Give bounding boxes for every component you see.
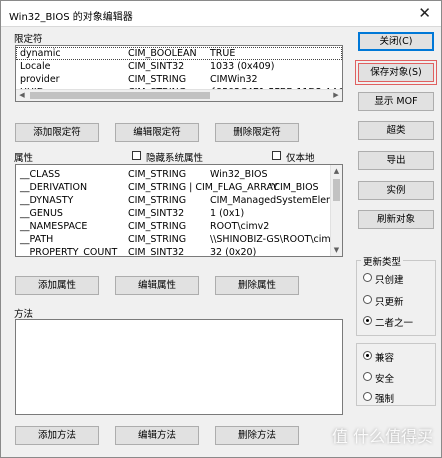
create-only-radio[interactable] — [363, 273, 372, 282]
safe-radio[interactable] — [363, 372, 372, 381]
scroll-thumb[interactable] — [30, 92, 210, 99]
properties-label: 属性 — [14, 153, 34, 164]
qualifier-name: Locale — [20, 61, 51, 72]
properties-vscrollbar[interactable]: ▲ ▼ — [330, 165, 342, 256]
force-radio[interactable] — [363, 392, 372, 401]
local-only-checkbox[interactable] — [272, 151, 281, 160]
property-name: __DYNASTY — [20, 195, 74, 206]
close-icon[interactable]: ✕ — [418, 4, 431, 22]
property-row[interactable]: __GENUS CIM_SINT32 1 (0x1) — [16, 207, 342, 220]
qualifier-type: CIM_SINT32 — [128, 61, 185, 72]
property-value: ROOT\cimv2 — [210, 221, 270, 232]
property-value: \\SHINOBIZ-GS\ROOT\cim — [210, 234, 331, 245]
property-type: CIM_SINT32 — [128, 247, 185, 257]
property-type: CIM_STRING — [128, 169, 187, 180]
qualifier-row[interactable]: provider CIM_STRING CIMWin32 — [16, 73, 342, 86]
export-button[interactable]: 导出 — [358, 151, 434, 170]
object-editor-window: Win32_BIOS 的对象编辑器 ✕ 限定符 dynamic CIM_BOOL… — [0, 0, 442, 458]
qualifier-type: CIM_STRING — [128, 74, 187, 85]
property-type: CIM_SINT32 — [128, 208, 185, 219]
property-value: "CIM_BIOS — [269, 182, 319, 193]
scroll-down-icon[interactable]: ▼ — [331, 244, 342, 256]
delete-property-button[interactable]: 删除属性 — [215, 276, 299, 295]
add-qualifier-button[interactable]: 添加限定符 — [15, 123, 99, 142]
compatible-radio[interactable] — [363, 351, 372, 360]
edit-method-button[interactable]: 编辑方法 — [115, 426, 199, 445]
property-type: CIM_STRING — [128, 195, 187, 206]
safe-label: 安全 — [375, 374, 395, 385]
property-name: __GENUS — [20, 208, 63, 219]
hide-system-properties-checkbox[interactable] — [132, 151, 141, 160]
close-button[interactable]: 关闭(C) — [358, 32, 434, 51]
compatible-label: 兼容 — [375, 353, 395, 364]
watermark: 值 什么值得买 — [331, 427, 433, 446]
force-label: 强制 — [375, 394, 395, 405]
qualifier-value: CIMWin32 — [210, 74, 258, 85]
save-object-button[interactable]: 保存对象(S) — [355, 60, 437, 85]
qualifier-row[interactable]: Locale CIM_SINT32 1033 (0x409) — [16, 60, 342, 73]
scroll-right-icon[interactable]: ▶ — [330, 90, 342, 101]
property-value: 32 (0x20) — [210, 247, 257, 257]
property-row[interactable]: __NAMESPACE CIM_STRING ROOT\cimv2 — [16, 220, 342, 233]
property-name: __PATH — [20, 234, 54, 245]
either-label: 二者之一 — [375, 318, 414, 329]
superclass-button[interactable]: 超类 — [358, 121, 434, 140]
hide-system-properties-label: 隐藏系统属性 — [146, 153, 204, 164]
scroll-left-icon[interactable]: ◀ — [16, 90, 28, 101]
property-name: __CLASS — [20, 169, 61, 180]
refresh-object-button[interactable]: 刷新对象 — [358, 210, 434, 229]
property-row[interactable]: __CLASS CIM_STRING Win32_BIOS — [16, 168, 342, 181]
scroll-thumb[interactable] — [333, 179, 340, 201]
property-type: CIM_STRING — [128, 234, 187, 245]
property-type: CIM_STRING — [128, 221, 187, 232]
property-row[interactable]: __DERIVATION CIM_STRING | CIM_FLAG_ARRAY… — [16, 181, 342, 194]
scroll-up-icon[interactable]: ▲ — [331, 165, 342, 177]
methods-list[interactable] — [15, 319, 343, 415]
qualifiers-label: 限定符 — [14, 34, 43, 45]
methods-label: 方法 — [14, 309, 34, 320]
property-value: Win32_BIOS — [210, 169, 268, 180]
property-value: CIM_ManagedSystemElem — [210, 195, 336, 206]
update-type-label: 更新类型 — [361, 254, 404, 268]
add-property-button[interactable]: 添加属性 — [15, 276, 99, 295]
either-radio[interactable] — [363, 316, 372, 325]
qualifier-row[interactable]: dynamic CIM_BOOLEAN TRUE — [16, 47, 342, 60]
property-name: __PROPERTY_COUNT — [20, 247, 118, 257]
property-type: CIM_STRING | CIM_FLAG_ARRAY — [128, 182, 279, 193]
property-value: 1 (0x1) — [210, 208, 245, 219]
show-mof-button[interactable]: 显示 MOF — [358, 92, 434, 111]
property-row[interactable]: __PATH CIM_STRING \\SHINOBIZ-GS\ROOT\cim — [16, 233, 342, 246]
add-method-button[interactable]: 添加方法 — [15, 426, 99, 445]
title-bar: Win32_BIOS 的对象编辑器 ✕ — [1, 1, 441, 27]
qualifiers-hscrollbar[interactable]: ◀ ▶ — [16, 89, 342, 101]
edit-qualifier-button[interactable]: 编辑限定符 — [115, 123, 199, 142]
qualifier-name: provider — [20, 74, 60, 85]
local-only-label: 仅本地 — [286, 153, 315, 164]
window-title: Win32_BIOS 的对象编辑器 — [9, 12, 133, 23]
update-only-radio[interactable] — [363, 295, 372, 304]
qualifier-type: CIM_BOOLEAN — [128, 48, 197, 59]
qualifier-value: 1033 (0x409) — [210, 61, 275, 72]
delete-method-button[interactable]: 删除方法 — [215, 426, 299, 445]
property-row[interactable]: __PROPERTY_COUNT CIM_SINT32 32 (0x20) — [16, 246, 342, 257]
update-only-label: 只更新 — [375, 297, 404, 308]
qualifiers-list[interactable]: dynamic CIM_BOOLEAN TRUE Locale CIM_SINT… — [15, 45, 343, 102]
delete-qualifier-button[interactable]: 删除限定符 — [215, 123, 299, 142]
create-only-label: 只创建 — [375, 275, 404, 286]
qualifier-name: dynamic — [20, 48, 61, 59]
instances-button[interactable]: 实例 — [358, 181, 434, 200]
qualifier-value: TRUE — [210, 48, 236, 59]
property-name: __DERIVATION — [20, 182, 88, 193]
edit-property-button[interactable]: 编辑属性 — [115, 276, 199, 295]
property-name: __NAMESPACE — [20, 221, 88, 232]
properties-list[interactable]: __CLASS CIM_STRING Win32_BIOS __DERIVATI… — [15, 164, 343, 257]
property-row[interactable]: __DYNASTY CIM_STRING CIM_ManagedSystemEl… — [16, 194, 342, 207]
